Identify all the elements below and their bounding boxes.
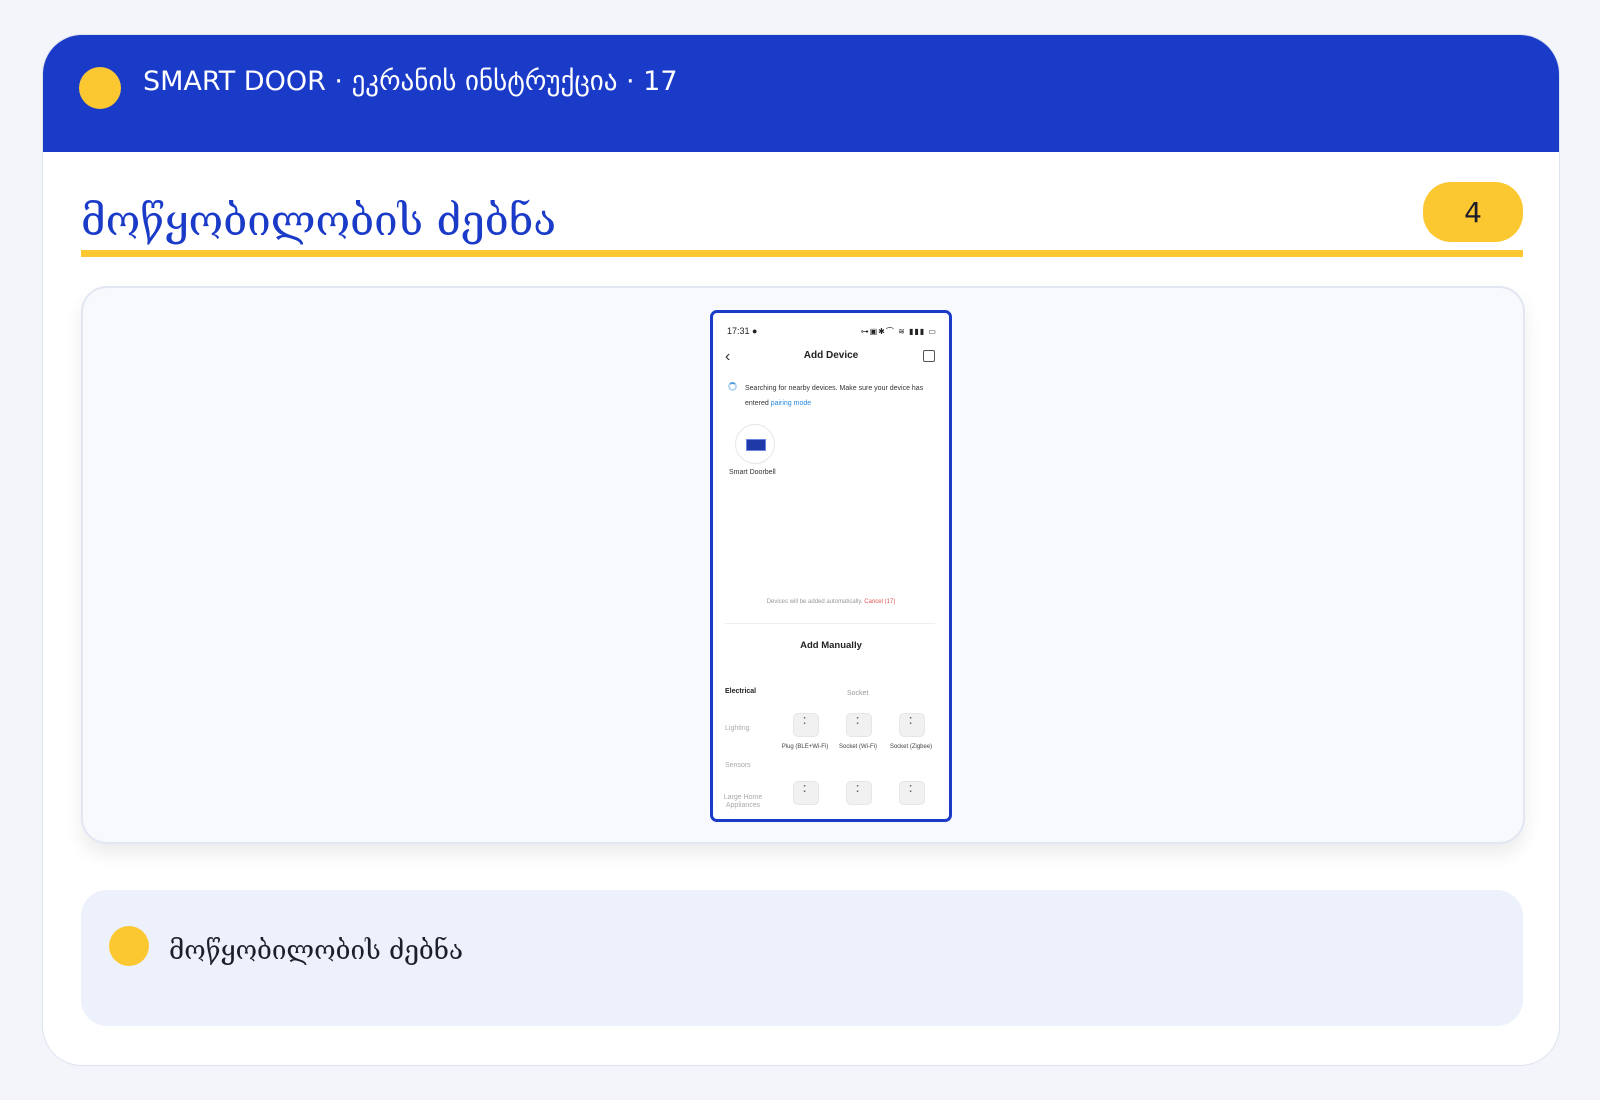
auto-add-note: Devices will be added automatically. Can… bbox=[766, 599, 896, 605]
plug-icon[interactable] bbox=[793, 713, 819, 737]
add-manually-heading: Add Manually bbox=[800, 640, 862, 651]
scan-icon[interactable] bbox=[923, 350, 935, 362]
search-message: Searching for nearby devices. Make sure … bbox=[745, 385, 924, 407]
category-sensors[interactable]: Sensors bbox=[725, 762, 751, 769]
title-underline bbox=[81, 250, 1523, 257]
category-large-appliances[interactable]: Large Home Appliances bbox=[721, 794, 765, 810]
status-time: 17:31 ● bbox=[727, 326, 758, 336]
category-lighting[interactable]: Lighting bbox=[725, 725, 750, 732]
page-title: მოწყობილობის ძებნა bbox=[81, 196, 557, 245]
category-electrical[interactable]: Electrical bbox=[725, 688, 756, 695]
screen-title: Add Device bbox=[803, 350, 859, 361]
phone-screenshot: 17:31 ● ⊶▣✱⌒ ≋ ▮▮▮ ▭ ‹ Add Device Search… bbox=[710, 310, 952, 822]
header-bar: SMART DOOR · ეკრანის ინსტრუქცია · 17 bbox=[43, 35, 1559, 152]
device-label: Socket (Zigbee) bbox=[889, 744, 933, 750]
pairing-mode-link[interactable]: pairing mode bbox=[771, 400, 811, 407]
step-badge: 4 bbox=[1423, 182, 1523, 242]
note-box: მოწყობილობის ძებნა bbox=[81, 890, 1523, 1026]
divider bbox=[725, 623, 935, 624]
loading-spinner-icon bbox=[728, 382, 737, 391]
screenshot-frame: 17:31 ● ⊶▣✱⌒ ≋ ▮▮▮ ▭ ‹ Add Device Search… bbox=[81, 286, 1525, 844]
note-dot-icon bbox=[109, 926, 149, 966]
status-icons: ⊶▣✱⌒ ≋ ▮▮▮ ▭ bbox=[860, 327, 937, 336]
header-title: SMART DOOR · ეკრანის ინსტრუქცია · 17 bbox=[143, 66, 678, 97]
instruction-card: SMART DOOR · ეკრანის ინსტრუქცია · 17 მოწ… bbox=[42, 34, 1560, 1066]
socket-icon[interactable] bbox=[846, 713, 872, 737]
header-dot-icon bbox=[79, 67, 121, 109]
socket-heading: Socket bbox=[847, 690, 869, 697]
cancel-link[interactable]: Cancel (17) bbox=[864, 599, 895, 605]
doorbell-device-icon[interactable] bbox=[735, 424, 775, 464]
found-device-label: Smart Doorbell bbox=[729, 469, 776, 476]
socket-icon[interactable] bbox=[793, 781, 819, 805]
device-label: Socket (Wi-Fi) bbox=[839, 744, 877, 750]
socket-icon[interactable] bbox=[899, 713, 925, 737]
socket-icon[interactable] bbox=[846, 781, 872, 805]
device-label: Plug (BLE+Wi-Fi) bbox=[781, 744, 829, 750]
note-text: მოწყობილობის ძებნა bbox=[169, 936, 464, 966]
socket-icon[interactable] bbox=[899, 781, 925, 805]
